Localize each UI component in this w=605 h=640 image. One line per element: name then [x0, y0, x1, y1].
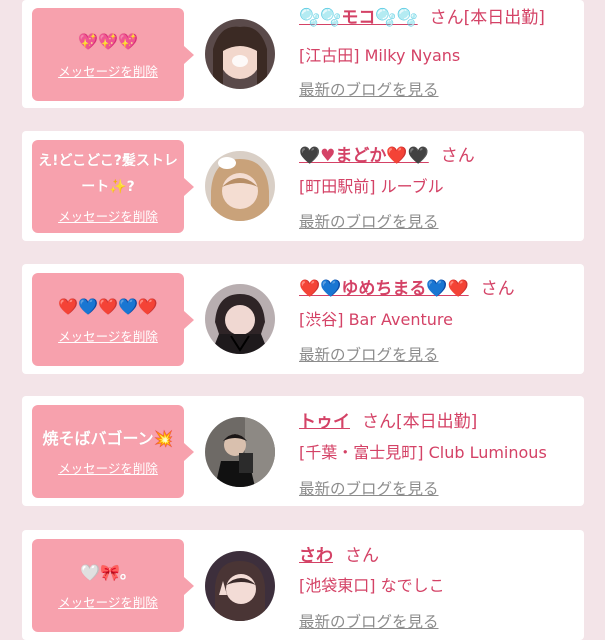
latest-blog-link[interactable]: 最新のブログを見る [299, 210, 439, 232]
cast-name-link[interactable]: ❤️💙ゆめちまる💙❤️ [299, 279, 469, 299]
latest-blog-link[interactable]: 最新のブログを見る [299, 343, 439, 365]
latest-blog-link[interactable]: 最新のブログを見る [299, 477, 439, 499]
message-bubble: 💖💖💖 メッセージを削除 [32, 8, 194, 101]
honorific: さん [480, 279, 515, 299]
shop-label: [町田駅前] ルーブル [299, 177, 444, 196]
name-row: 🫧🫧モコ🫧🫧 さん[本日出勤] [299, 3, 545, 28]
honorific: さん [362, 412, 396, 432]
message-card: ❤️💙❤️💙❤️ メッセージを削除 ❤️💙ゆめちまる💙❤️ さん [渋谷] Bar… [22, 264, 584, 374]
message-bubble: 🤍🎀。 メッセージを削除 [32, 539, 194, 632]
cast-name-link[interactable]: さわ [299, 546, 333, 566]
avatar[interactable] [205, 284, 275, 354]
shop-label: [千葉・富士見町] Club Luminous [299, 443, 547, 462]
shop-label: [江古田] Milky Nyans [299, 46, 461, 65]
shop-label: [渋谷] Bar Aventure [299, 310, 453, 329]
message-card: え!どこどこ?髪ストレート✨? メッセージを削除 🖤♥まどか❤️🖤 さん [町田駅… [22, 131, 584, 241]
delete-message-link[interactable]: メッセージを削除 [58, 61, 158, 80]
avatar[interactable] [205, 417, 275, 487]
latest-blog-link[interactable]: 最新のブログを見る [299, 610, 439, 632]
cast-name-link[interactable]: 🫧🫧モコ🫧🫧 [299, 8, 418, 28]
avatar[interactable] [205, 19, 275, 89]
cast-name-link[interactable]: 🖤♥まどか❤️🖤 [299, 146, 429, 166]
delete-message-link[interactable]: メッセージを削除 [58, 458, 158, 477]
message-bubble: 焼そばバゴーン💥 メッセージを削除 [32, 405, 194, 498]
bubble-message: 💖💖💖 [78, 32, 138, 51]
bubble-message: ❤️💙❤️💙❤️ [58, 297, 158, 316]
name-row: 🖤♥まどか❤️🖤 さん [299, 141, 475, 166]
shop-label: [池袋東口] なでしこ [299, 576, 445, 595]
bubble-message: 焼そばバゴーン💥 [42, 429, 174, 448]
message-bubble: え!どこどこ?髪ストレート✨? メッセージを削除 [32, 140, 194, 233]
status-label: [本日出勤] [396, 412, 478, 432]
message-card: 💖💖💖 メッセージを削除 🫧🫧モコ🫧🫧 さん[本日出勤] [江古田] Milky … [22, 0, 584, 108]
message-card: 🤍🎀。 メッセージを削除 さわ さん [池袋東口] なでしこ 最新のブログを見る [22, 530, 584, 640]
delete-message-link[interactable]: メッセージを削除 [58, 592, 158, 611]
bubble-message: 🤍🎀。 [80, 563, 136, 582]
delete-message-link[interactable]: メッセージを削除 [58, 206, 158, 225]
avatar[interactable] [205, 151, 275, 221]
avatar[interactable] [205, 551, 275, 621]
honorific: さん [345, 546, 379, 566]
name-row: ❤️💙ゆめちまる💙❤️ さん [299, 274, 515, 299]
message-list: 💖💖💖 メッセージを削除 🫧🫧モコ🫧🫧 さん[本日出勤] [江古田] Milky … [0, 0, 605, 640]
honorific: さん [440, 146, 475, 166]
bubble-message: え!どこどこ?髪ストレート✨? [38, 153, 178, 195]
message-card: 焼そばバゴーン💥 メッセージを削除 トゥイ さん[本日出勤] [千葉・富士見町] … [22, 396, 584, 506]
latest-blog-link[interactable]: 最新のブログを見る [299, 78, 439, 100]
delete-message-link[interactable]: メッセージを削除 [58, 326, 158, 345]
honorific: さん [429, 8, 464, 28]
name-row: さわ さん [299, 541, 379, 566]
message-bubble: ❤️💙❤️💙❤️ メッセージを削除 [32, 273, 194, 366]
cast-name-link[interactable]: トゥイ [299, 412, 350, 432]
name-row: トゥイ さん[本日出勤] [299, 407, 477, 432]
status-label: [本日出勤] [463, 8, 545, 28]
